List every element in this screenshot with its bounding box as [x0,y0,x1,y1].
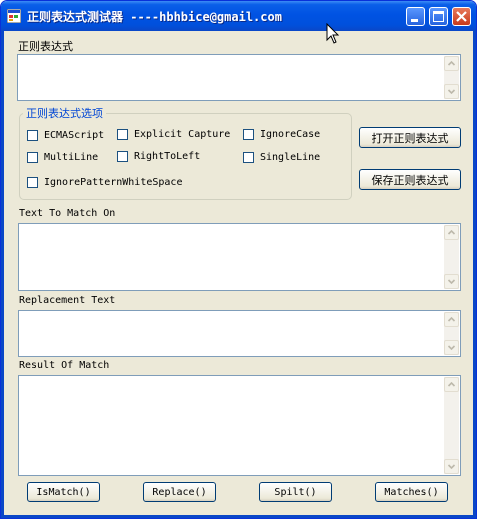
checkbox-righttoleft[interactable]: RightToLeft [117,149,200,163]
checkbox-singleline[interactable]: SingleLine [243,150,320,164]
pattern-scrollbar[interactable] [444,56,459,99]
matches-button[interactable]: Matches() [375,482,448,502]
scroll-down-button[interactable] [444,340,459,355]
app-icon [7,9,21,23]
chevron-down-icon [447,345,456,351]
checkbox-label: ECMAScript [44,129,105,141]
close-icon [456,11,467,22]
scroll-up-button[interactable] [444,225,459,240]
checkbox-ignorepatternwhitespace[interactable]: IgnorePatternWhiteSpace [27,175,182,189]
title-bar[interactable]: 正则表达式测试器 ----hbhbice@gmail.com [1,1,476,31]
scroll-up-button[interactable] [444,312,459,327]
window-frame-bottom [1,515,476,518]
pattern-label: 正则表达式 [18,40,73,53]
checkbox-box[interactable] [243,128,254,140]
chevron-up-icon [447,229,456,235]
options-group-title: 正则表达式选项 [23,105,106,121]
replacement-text-scrollbar[interactable] [444,312,459,355]
replacement-text-label: Replacement Text [19,295,116,306]
scroll-down-button[interactable] [444,84,459,99]
text-to-match-label: Text To Match On [19,208,116,219]
result-of-match-label: Result Of Match [19,360,110,371]
chevron-up-icon [447,316,456,322]
scroll-up-button[interactable] [444,56,459,71]
checkbox-ignorecase[interactable]: IgnoreCase [243,127,320,141]
checkbox-label: Explicit Capture [134,128,231,140]
checkbox-box[interactable] [27,176,38,188]
maximize-button[interactable] [429,7,448,26]
chevron-down-icon [447,464,456,470]
checkbox-multiline[interactable]: MultiLine [27,150,98,164]
checkbox-label: SingleLine [260,151,321,163]
save-regex-button[interactable]: 保存正则表达式 [359,169,461,190]
replacement-text-input[interactable] [18,310,461,357]
checkbox-explicit-capture[interactable]: Explicit Capture [117,127,230,141]
checkbox-label: IgnoreCase [260,128,321,140]
window-title: 正则表达式测试器 ----hbhbice@gmail.com [27,10,282,24]
checkbox-box[interactable] [117,150,128,162]
chevron-up-icon [447,381,456,387]
chevron-down-icon [447,279,456,285]
scroll-down-button[interactable] [444,274,459,289]
text-to-match-scrollbar[interactable] [444,225,459,289]
checkbox-box[interactable] [117,128,128,140]
minimize-icon [411,19,418,22]
open-regex-button[interactable]: 打开正则表达式 [359,127,461,148]
minimize-button[interactable] [406,7,425,26]
window-frame-right [473,31,476,518]
ismatch-button[interactable]: IsMatch() [27,482,100,502]
result-scrollbar[interactable] [444,377,459,474]
split-button[interactable]: Spilt() [259,482,332,502]
pattern-input[interactable] [17,54,461,101]
replace-button[interactable]: Replace() [143,482,216,502]
close-button[interactable] [452,7,471,26]
checkbox-box[interactable] [243,151,254,163]
checkbox-label: MultiLine [44,151,99,163]
checkbox-box[interactable] [27,129,38,141]
chevron-up-icon [447,60,456,66]
text-to-match-input[interactable] [18,223,461,291]
app-window: 正则表达式测试器 ----hbhbice@gmail.com 正则表达式 正则表… [0,0,477,519]
mouse-pointer-icon [326,23,340,44]
scroll-up-button[interactable] [444,377,459,392]
checkbox-ecmascript[interactable]: ECMAScript [27,128,104,142]
checkbox-box[interactable] [27,151,38,163]
result-of-match-output[interactable] [18,375,461,476]
window-frame-left [1,31,4,518]
scroll-down-button[interactable] [444,459,459,474]
maximize-icon [433,11,444,22]
checkbox-label: IgnorePatternWhiteSpace [44,176,183,188]
chevron-down-icon [447,89,456,95]
checkbox-label: RightToLeft [134,150,201,162]
